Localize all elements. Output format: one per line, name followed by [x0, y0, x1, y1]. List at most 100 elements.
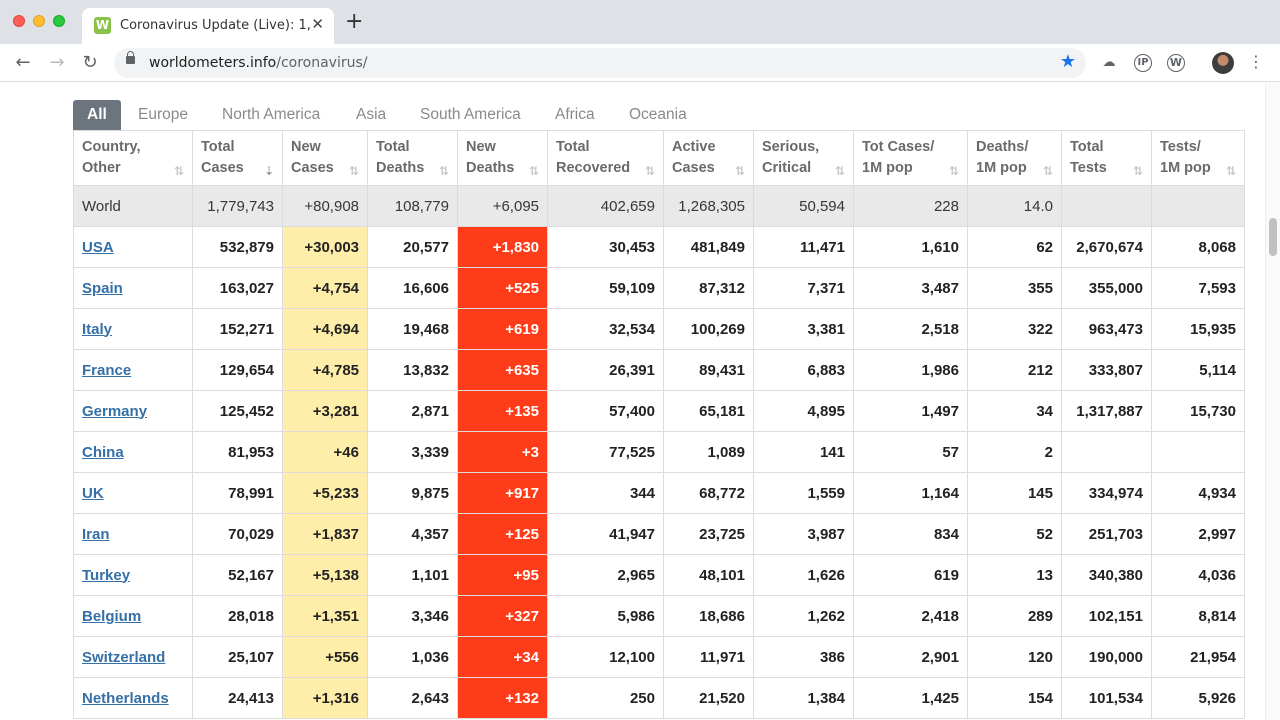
table-cell: 11,971 — [663, 636, 754, 678]
table-cell: 4,357 — [367, 513, 458, 555]
table-header-row: Country, Other ⇅ Total Cases ⇣ New Cases ⇅ Total D… — [73, 130, 1245, 186]
sort-icon[interactable]: ⇅ — [174, 161, 184, 182]
sort-icon[interactable]: ⇅ — [645, 161, 655, 182]
sort-icon[interactable]: ⇅ — [1133, 161, 1143, 182]
country-link[interactable]: UK — [82, 485, 104, 502]
sort-icon[interactable]: ⇅ — [529, 161, 539, 182]
back-arrow-icon[interactable]: ← — [10, 50, 36, 76]
table-cell: +1,837 — [282, 513, 368, 555]
sort-icon[interactable]: ⇅ — [949, 161, 959, 182]
cases-table: Country, Other ⇅ Total Cases ⇣ New Cases ⇅ Total D… — [73, 130, 1245, 719]
country-link[interactable]: Switzerland — [82, 649, 165, 666]
table-cell: 15,935 — [1151, 308, 1245, 350]
column-header-7[interactable]: Serious, Critical ⇅ — [753, 130, 854, 186]
table-cell: 4,934 — [1151, 472, 1245, 514]
avatar[interactable] — [1212, 52, 1234, 74]
forward-arrow-icon[interactable]: → — [44, 50, 70, 76]
url-text[interactable]: worldometers.info/coronavirus/ — [149, 55, 368, 71]
region-tab-north-america[interactable]: North America — [222, 100, 320, 130]
sort-icon[interactable]: ⇅ — [1043, 161, 1053, 182]
table-cell: 1,268,305 — [663, 185, 754, 227]
sort-icon[interactable]: ⇅ — [439, 161, 449, 182]
column-header-6[interactable]: Active Cases ⇅ — [663, 130, 754, 186]
cloud-icon[interactable]: ☁ — [1100, 54, 1118, 72]
country-link[interactable]: Netherlands — [82, 690, 169, 707]
close-window-button[interactable] — [13, 15, 25, 27]
table-cell: 9,875 — [367, 472, 458, 514]
column-header-1[interactable]: Total Cases ⇣ — [192, 130, 283, 186]
table-row: France 129,654 +4,785 13,832 +635 26,391 89,43… — [73, 349, 1245, 391]
table-cell: 619 — [853, 554, 968, 596]
column-header-line: Other — [82, 160, 121, 176]
table-cell: 59,109 — [547, 267, 664, 309]
table-row: Belgium 28,018 +1,351 3,346 +327 5,986 18,686 1… — [73, 595, 1245, 637]
table-cell: 16,606 — [367, 267, 458, 309]
column-header-3[interactable]: Total Deaths ⇅ — [367, 130, 458, 186]
table-cell: 154 — [967, 677, 1062, 719]
scrollbar-thumb[interactable] — [1269, 218, 1277, 256]
country-link[interactable]: France — [82, 362, 131, 379]
table-cell — [1151, 185, 1245, 227]
region-tab-europe[interactable]: Europe — [138, 100, 188, 130]
column-header-0[interactable]: Country, Other ⇅ — [73, 130, 193, 186]
country-link[interactable]: China — [82, 444, 124, 461]
menu-icon[interactable]: ⋮ — [1248, 52, 1264, 71]
browser-tab[interactable]: W Coronavirus Update (Live): 1,780, ✕ — [82, 8, 334, 44]
star-icon[interactable]: ★ — [1060, 51, 1076, 72]
country-link[interactable]: Belgium — [82, 608, 141, 625]
table-row: Spain 163,027 +4,754 16,606 +525 59,109 87,312… — [73, 267, 1245, 309]
column-header-line: Recovered — [556, 160, 631, 176]
table-cell: 62 — [967, 226, 1062, 268]
country-link[interactable]: USA — [82, 239, 114, 256]
column-header-8[interactable]: Tot Cases/1M pop ⇅ — [853, 130, 968, 186]
column-header-9[interactable]: Deaths/1M pop ⇅ — [967, 130, 1062, 186]
table-cell: 24,413 — [192, 677, 283, 719]
column-header-5[interactable]: Total Recovered ⇅ — [547, 130, 664, 186]
country-link[interactable]: Germany — [82, 403, 147, 420]
table-cell: 13 — [967, 554, 1062, 596]
column-header-2[interactable]: New Cases ⇅ — [282, 130, 368, 186]
region-tab-all[interactable]: All — [73, 100, 121, 130]
table-cell: 289 — [967, 595, 1062, 637]
table-cell: 48,101 — [663, 554, 754, 596]
table-cell: 145 — [967, 472, 1062, 514]
address-bar[interactable]: worldometers.info/coronavirus/ ★ — [114, 48, 1086, 78]
table-cell: 23,725 — [663, 513, 754, 555]
maximize-window-button[interactable] — [53, 15, 65, 27]
region-tab-south-america[interactable]: South America — [420, 100, 521, 130]
sort-descending-icon[interactable]: ⇣ — [264, 161, 274, 182]
table-cell: 532,879 — [192, 226, 283, 268]
country-link[interactable]: Turkey — [82, 567, 130, 584]
table-cell: 1,986 — [853, 349, 968, 391]
sort-icon[interactable]: ⇅ — [735, 161, 745, 182]
table-cell: +6,095 — [457, 185, 548, 227]
lock-icon[interactable] — [126, 51, 135, 64]
region-tab-asia[interactable]: Asia — [356, 100, 386, 130]
close-tab-icon[interactable]: ✕ — [311, 15, 324, 33]
table-cell: 333,807 — [1061, 349, 1152, 391]
table-cell: 68,772 — [663, 472, 754, 514]
region-tab-africa[interactable]: Africa — [555, 100, 595, 130]
table-cell: 1,425 — [853, 677, 968, 719]
reload-icon[interactable]: ↻ — [77, 50, 103, 76]
table-cell: 108,779 — [367, 185, 458, 227]
table-cell: +917 — [457, 472, 548, 514]
sort-icon[interactable]: ⇅ — [835, 161, 845, 182]
wordpress-icon[interactable]: W — [1167, 54, 1185, 72]
country-link[interactable]: Iran — [82, 526, 110, 543]
country-cell: World — [73, 185, 193, 227]
column-header-10[interactable]: Total Tests ⇅ — [1061, 130, 1152, 186]
new-tab-icon[interactable]: + — [345, 11, 363, 33]
minimize-window-button[interactable] — [33, 15, 45, 27]
country-link[interactable]: Italy — [82, 321, 112, 338]
table-cell: 481,849 — [663, 226, 754, 268]
ip-icon[interactable]: IP — [1134, 54, 1152, 72]
sort-icon[interactable]: ⇅ — [349, 161, 359, 182]
region-tab-oceania[interactable]: Oceania — [629, 100, 687, 130]
sort-icon[interactable]: ⇅ — [1226, 161, 1236, 182]
column-header-4[interactable]: New Deaths ⇅ — [457, 130, 548, 186]
country-link[interactable]: Spain — [82, 280, 123, 297]
country-cell: Netherlands — [73, 677, 193, 719]
column-header-11[interactable]: Tests/1M pop ⇅ — [1151, 130, 1245, 186]
scrollbar-track[interactable] — [1265, 83, 1280, 720]
